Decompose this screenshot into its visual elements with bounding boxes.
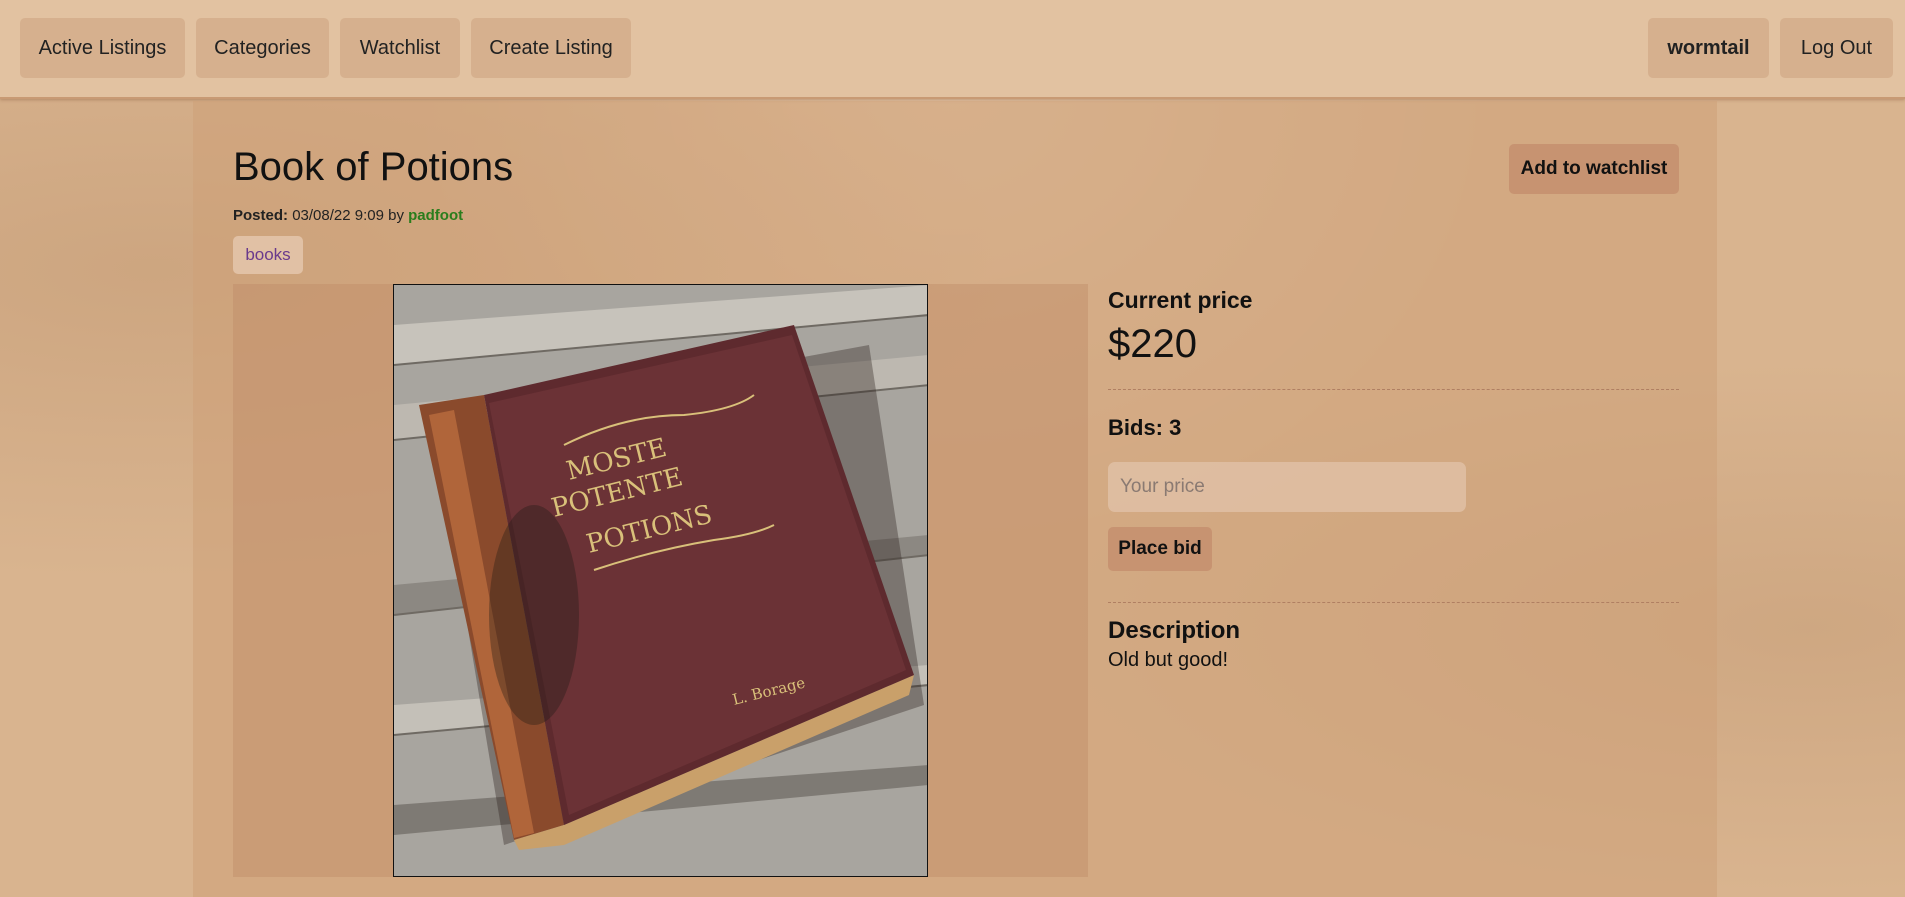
posted-by: by <box>388 207 404 224</box>
description-text: Old but good! <box>1108 649 1229 671</box>
posted-date: 03/08/22 9:09 <box>292 207 384 224</box>
author-link[interactable]: padfoot <box>408 207 463 224</box>
book-wear <box>489 505 579 725</box>
book-illustration: MOSTE POTENTE POTIONS L. Borage <box>394 285 927 876</box>
nav-username[interactable]: wormtail <box>1648 18 1769 78</box>
nav-create-listing[interactable]: Create Listing <box>471 18 631 78</box>
posted-label: Posted: <box>233 207 289 224</box>
place-bid-button[interactable]: Place bid <box>1108 527 1212 571</box>
bids-count: Bids: 3 <box>1108 415 1182 440</box>
add-to-watchlist-button[interactable]: Add to watchlist <box>1509 144 1679 194</box>
nav-watchlist[interactable]: Watchlist <box>340 18 460 78</box>
navbar: Active Listings Categories Watchlist Cre… <box>0 0 1905 99</box>
nav-logout[interactable]: Log Out <box>1780 18 1893 78</box>
listing-title: Book of Potions <box>233 145 514 189</box>
current-price-label: Current price <box>1108 287 1253 313</box>
posted-info: Posted: 03/08/22 9:09 by padfoot <box>233 207 463 224</box>
bid-price-input[interactable] <box>1108 462 1466 512</box>
current-price: $220 <box>1108 322 1197 366</box>
nav-categories[interactable]: Categories <box>196 18 329 78</box>
description-label: Description <box>1108 617 1241 644</box>
divider-bid <box>1108 602 1679 603</box>
divider-price <box>1108 389 1679 390</box>
category-tag[interactable]: books <box>233 236 303 274</box>
nav-active-listings[interactable]: Active Listings <box>20 18 185 78</box>
listing-image: MOSTE POTENTE POTIONS L. Borage <box>393 284 928 877</box>
